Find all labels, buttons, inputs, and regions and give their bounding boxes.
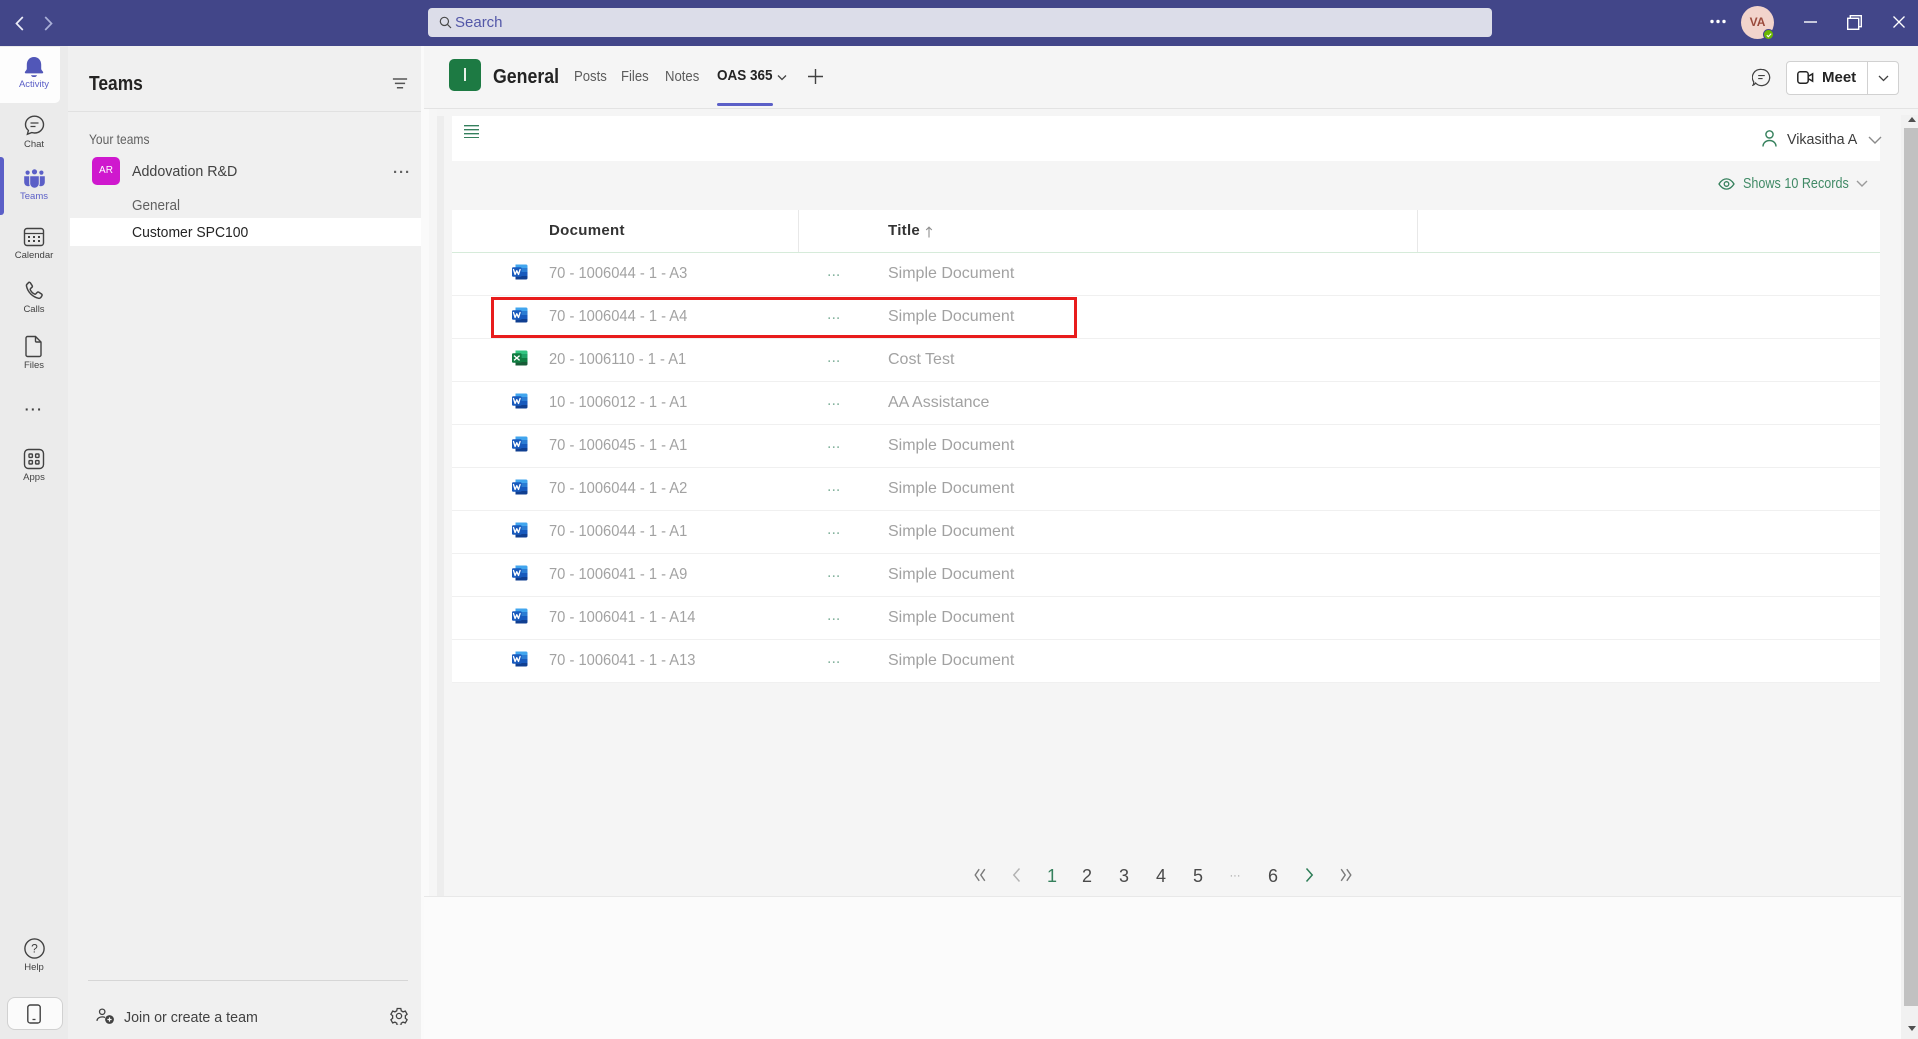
svg-text:?: ? — [31, 942, 38, 956]
